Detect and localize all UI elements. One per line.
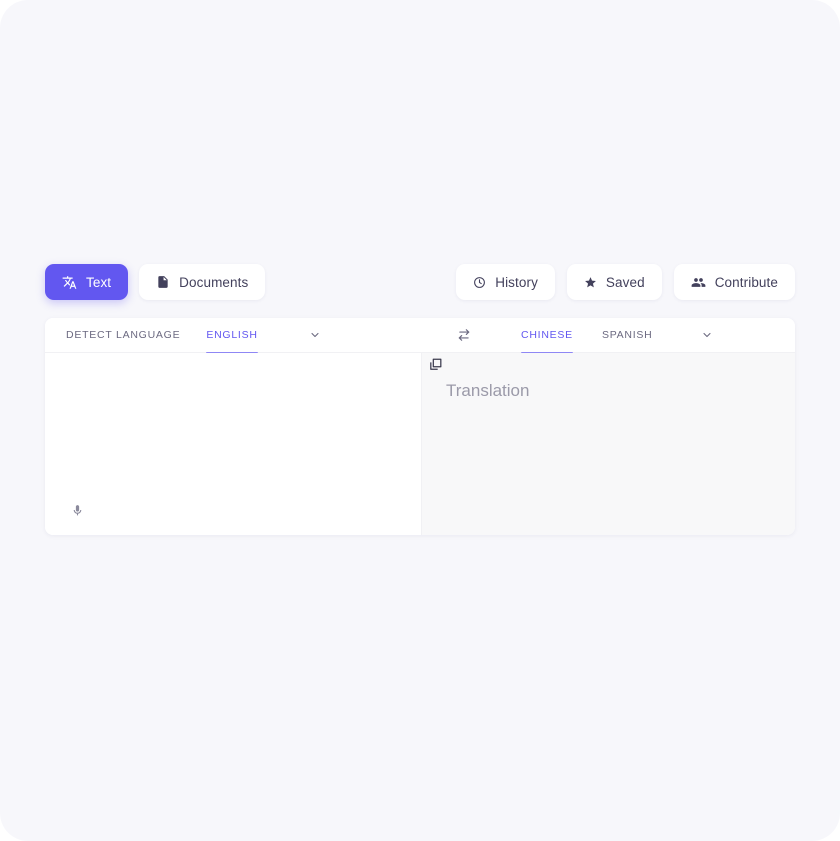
tab-documents-label: Documents <box>179 274 249 290</box>
star-icon <box>584 276 597 289</box>
toolbar-action-group: History Saved Contribute <box>456 264 795 300</box>
top-toolbar: Text Documents History Saved Contribute <box>45 264 795 300</box>
history-button[interactable]: History <box>456 264 555 300</box>
source-lang-english[interactable]: ENGLISH <box>206 318 259 354</box>
target-lang-chinese-label: CHINESE <box>521 329 573 341</box>
tab-text[interactable]: Text <box>45 264 129 300</box>
target-lang-spanish-label: SPANISH <box>601 329 653 341</box>
source-lang-chevron-down-icon[interactable] <box>304 318 326 353</box>
contribute-button[interactable]: Contribute <box>673 264 795 300</box>
app-page: Text Documents History Saved Contribute … <box>0 0 840 841</box>
toolbar-mode-group: Text Documents <box>45 264 266 300</box>
people-icon <box>691 275 706 290</box>
source-lang-detect[interactable]: DETECT LANGUAGE <box>66 318 180 353</box>
translation-placeholder: Translation <box>446 381 530 400</box>
history-label: History <box>495 274 538 290</box>
tab-text-label: Text <box>86 274 112 290</box>
copy-icon[interactable] <box>424 353 446 375</box>
saved-label: Saved <box>605 274 645 290</box>
source-language-bar: DETECT LANGUAGE ENGLISH <box>45 318 422 354</box>
translator-body: Translation <box>45 353 795 535</box>
contribute-label: Contribute <box>714 274 778 290</box>
translator-card: DETECT LANGUAGE ENGLISH CHINESE SPANISH … <box>45 318 795 535</box>
target-lang-chevron-down-icon[interactable] <box>696 318 718 353</box>
saved-button[interactable]: Saved <box>566 264 662 300</box>
language-bar: DETECT LANGUAGE ENGLISH CHINESE SPANISH <box>45 318 795 354</box>
microphone-icon[interactable] <box>66 499 88 521</box>
source-text-input[interactable] <box>67 367 403 387</box>
clock-icon <box>473 276 486 289</box>
target-pane: Translation <box>422 353 795 535</box>
source-pane <box>45 353 422 535</box>
document-icon <box>156 275 170 289</box>
target-lang-spanish[interactable]: SPANISH <box>602 318 653 353</box>
swap-horizontal-icon[interactable] <box>451 318 477 353</box>
target-language-bar: CHINESE SPANISH <box>422 318 795 354</box>
translate-icon <box>62 275 77 290</box>
source-lang-english-label: ENGLISH <box>206 329 258 341</box>
target-lang-chinese[interactable]: CHINESE <box>521 318 573 354</box>
source-lang-detect-label: DETECT LANGUAGE <box>66 329 181 341</box>
tab-documents[interactable]: Documents <box>139 264 266 300</box>
